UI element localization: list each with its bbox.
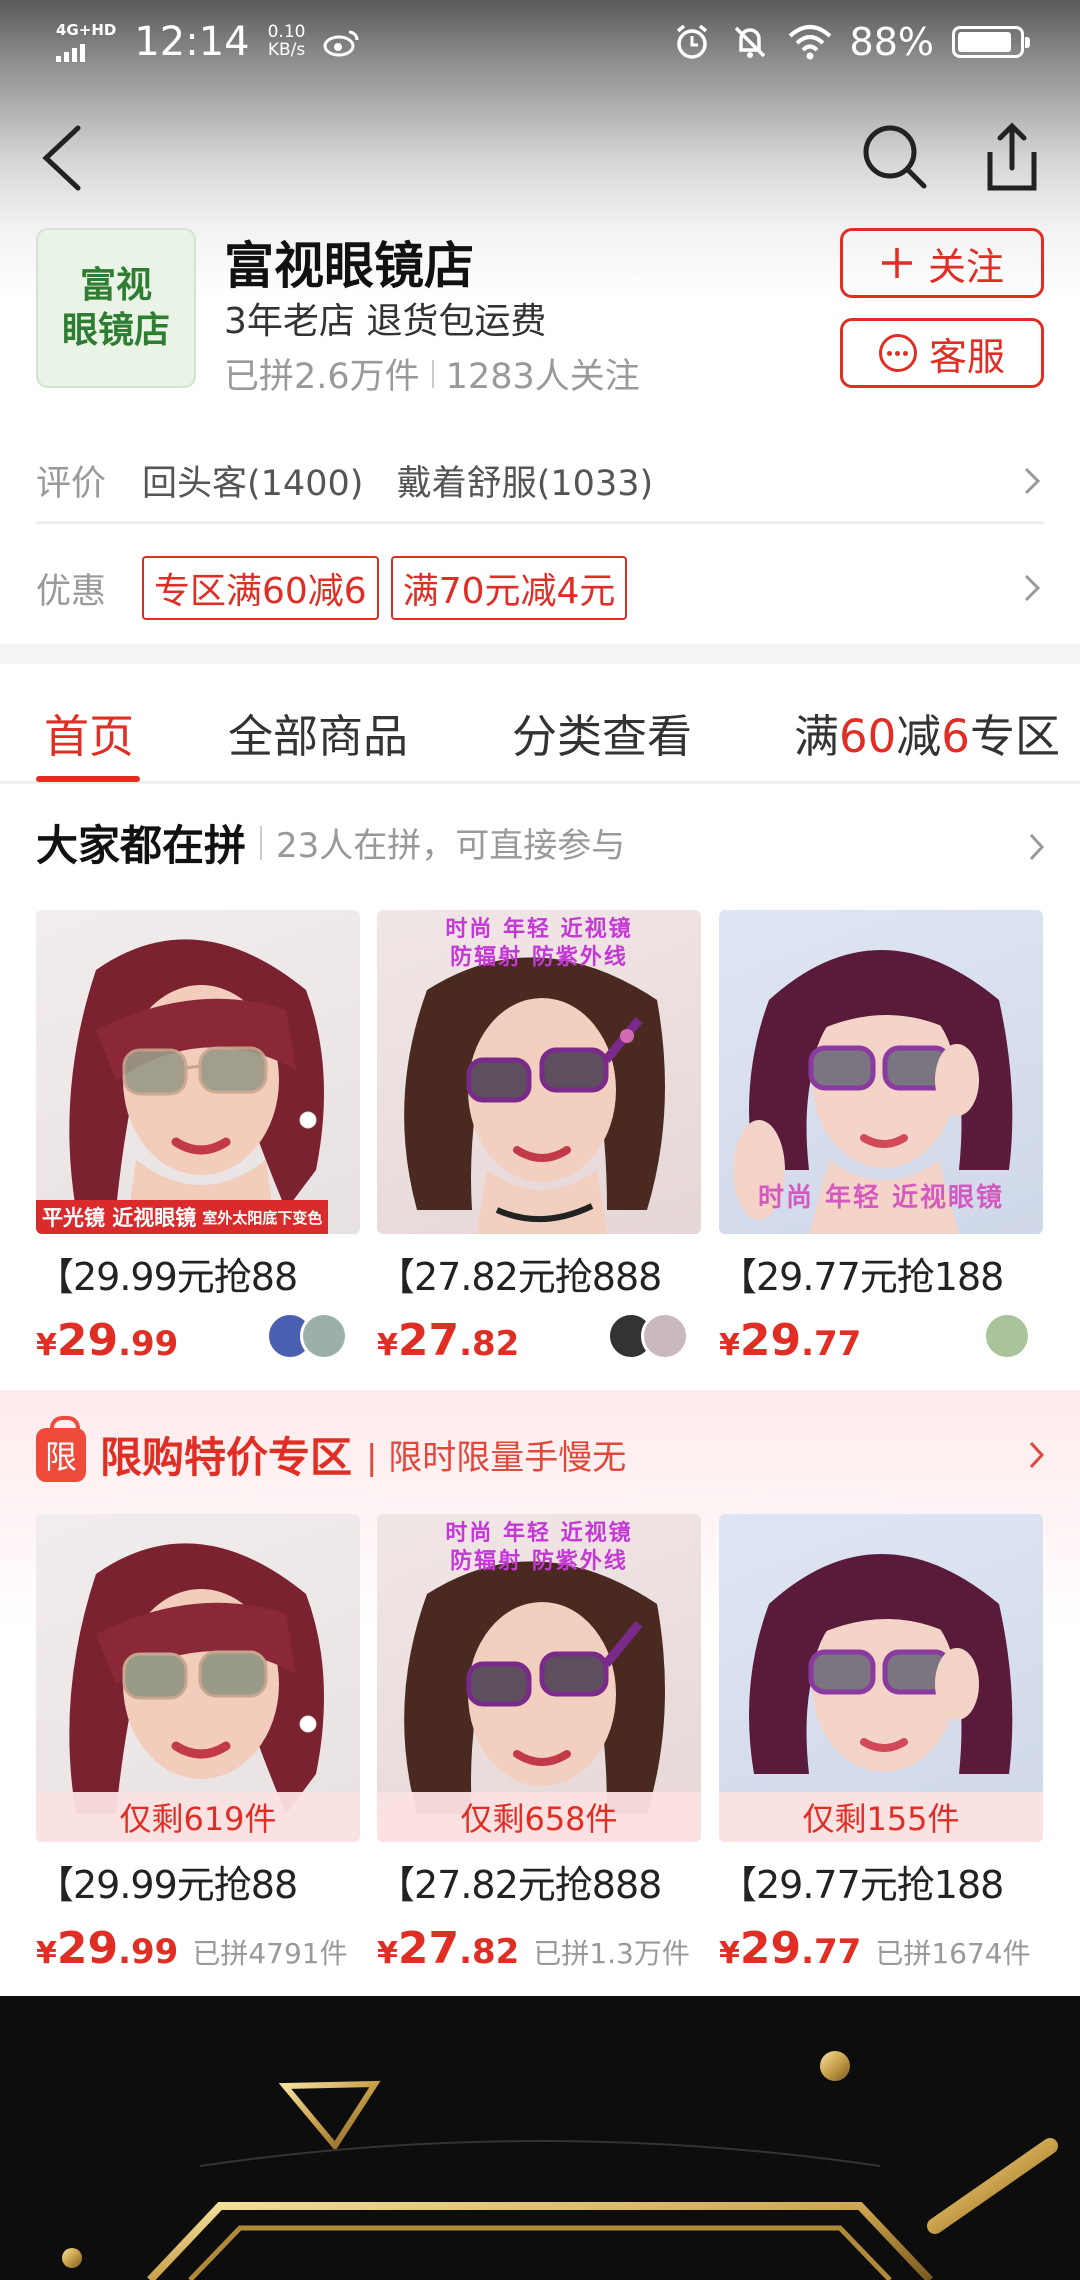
product-image[interactable]: 仅剩619件 xyxy=(36,1514,360,1842)
product-price: ¥27.82 已拼1.3万件 xyxy=(377,1923,690,1974)
product-card[interactable]: 时尚 年轻 近视镜 防辐射 防紫外线 【27.82元抢888 ¥27.82 xyxy=(377,910,701,1366)
product-image[interactable]: 平光镜 近视眼镜 室外太阳底下变色 xyxy=(36,910,360,1234)
buyer-avatars xyxy=(983,1312,1031,1360)
net-speed: 0.10 KB/s xyxy=(267,22,306,60)
product-card[interactable]: 平光镜 近视眼镜 室外太阳底下变色 【29.99元抢88 ¥29.99 xyxy=(36,910,360,1366)
product-image-caption: 平光镜 近视眼镜 室外太阳底下变色 xyxy=(36,1200,329,1234)
buyer-avatars xyxy=(266,1312,348,1360)
stock-remaining: 仅剩619件 xyxy=(36,1792,360,1842)
avatar xyxy=(983,1312,1031,1360)
store-sold-count: 已拼2.6万件 xyxy=(224,357,420,397)
battery-icon xyxy=(952,26,1030,58)
network-type: 4G+HD xyxy=(56,20,117,39)
chevron-right-icon[interactable] xyxy=(1026,1436,1048,1474)
group-buy-subtitle: 23人在拼，可直接参与 xyxy=(276,826,626,866)
product-image-caption: 时尚 年轻 近视眼镜 xyxy=(757,1183,1005,1213)
chat-icon xyxy=(878,334,917,372)
store-tabs: 首页 全部商品 分类查看 满60减6专区 xyxy=(0,664,1080,784)
tab-home[interactable]: 首页 xyxy=(44,700,134,765)
chevron-right-icon xyxy=(1024,574,1041,602)
stock-remaining: 仅剩155件 xyxy=(719,1792,1043,1842)
buyer-avatars xyxy=(607,1312,689,1360)
clock: 12:14 xyxy=(134,19,250,65)
store-tags: 3年老店 退货包运费 xyxy=(224,301,547,342)
product-title: 【29.99元抢88 xyxy=(36,1863,298,1907)
lock-icon: 限 xyxy=(36,1415,86,1482)
chevron-right-icon[interactable] xyxy=(1026,828,1048,866)
signal-icon: 4G+HD xyxy=(56,20,117,62)
product-title: 【29.77元抢188 xyxy=(719,1863,1004,1907)
alarm-icon xyxy=(676,24,707,59)
product-title: 【29.99元抢88 xyxy=(36,1255,298,1299)
product-image-caption: 时尚 年轻 近视镜 防辐射 防紫外线 xyxy=(445,1521,633,1574)
section-divider xyxy=(0,644,1080,664)
tab-category[interactable]: 分类查看 xyxy=(512,700,692,765)
promo-banner[interactable] xyxy=(0,1996,1080,2280)
promo-row[interactable]: 优惠 专区满60减6 满70元减4元 xyxy=(36,548,1044,628)
store-follower-count: 1283人关注 xyxy=(445,357,640,397)
product-image[interactable]: 时尚 年轻 近视眼镜 xyxy=(719,910,1043,1234)
product-title: 【29.77元抢188 xyxy=(719,1255,1004,1299)
sold-count: 已拼1674件 xyxy=(875,1937,1031,1970)
coupon-tag[interactable]: 满70元减4元 xyxy=(390,556,628,620)
sold-count: 已拼4791件 xyxy=(192,1937,348,1970)
store-name: 富视眼镜店 xyxy=(224,237,474,295)
store-stats: 已拼2.6万件 1283人关注 xyxy=(224,348,640,399)
share-icon[interactable] xyxy=(980,116,1044,196)
limited-section-header[interactable]: 限 限购特价专区 | 限时限量手慢无 xyxy=(36,1415,627,1485)
product-image[interactable]: 时尚 年轻 近视镜 防辐射 防紫外线 仅剩658件 xyxy=(377,1514,701,1842)
mute-icon xyxy=(734,26,765,58)
follow-button[interactable]: 关注 xyxy=(840,228,1044,298)
limited-title: 限购特价专区 xyxy=(100,1433,353,1482)
plus-icon xyxy=(881,248,912,278)
customer-service-button[interactable]: 客服 xyxy=(840,318,1044,388)
product-image-caption: 时尚 年轻 近视镜 防辐射 防紫外线 xyxy=(445,917,633,970)
product-price: ¥29.99 已拼4791件 xyxy=(36,1923,348,1974)
product-card[interactable]: 时尚 年轻 近视镜 防辐射 防紫外线 仅剩658件 【27.82元抢888 ¥27… xyxy=(377,1514,701,1974)
search-icon[interactable] xyxy=(860,122,930,192)
wifi-icon xyxy=(788,25,831,60)
tab-all-products[interactable]: 全部商品 xyxy=(228,700,408,765)
top-nav xyxy=(0,110,1080,200)
product-title: 【27.82元抢888 xyxy=(377,1863,662,1907)
review-label: 评价 xyxy=(36,464,107,504)
store-logo[interactable]: 富视 眼镜店 xyxy=(36,228,196,388)
group-buy-header[interactable]: 大家都在拼 23人在拼，可直接参与 xyxy=(36,812,625,873)
avatar xyxy=(300,1312,348,1360)
product-image[interactable]: 时尚 年轻 近视镜 防辐射 防紫外线 xyxy=(377,910,701,1234)
chevron-left-icon[interactable] xyxy=(34,118,94,198)
promo-label: 优惠 xyxy=(36,571,107,612)
product-card[interactable]: 仅剩619件 【29.99元抢88 ¥29.99 已拼4791件 xyxy=(36,1514,360,1974)
chevron-right-icon xyxy=(1024,467,1041,494)
tab-active-indicator xyxy=(36,776,140,782)
product-title: 【27.82元抢888 xyxy=(377,1255,662,1299)
status-bar: 4G+HD 12:14 0.10 KB/s 88% xyxy=(0,0,1080,84)
tab-discount-zone[interactable]: 满60减6专区 xyxy=(794,700,1060,765)
avatar xyxy=(641,1312,689,1360)
limited-subtitle: | 限时限量手慢无 xyxy=(366,1438,627,1478)
battery-percent: 88% xyxy=(849,20,934,64)
stock-remaining: 仅剩658件 xyxy=(377,1792,701,1842)
product-card[interactable]: 时尚 年轻 近视眼镜 【29.77元抢188 ¥29.77 xyxy=(719,910,1043,1366)
group-buy-title: 大家都在拼 xyxy=(36,821,247,870)
coupon-tag[interactable]: 专区满60减6 xyxy=(142,556,379,620)
weibo-icon xyxy=(323,30,359,57)
product-image[interactable]: 仅剩155件 xyxy=(719,1514,1043,1842)
product-card[interactable]: 仅剩155件 【29.77元抢188 ¥29.77 已拼1674件 xyxy=(719,1514,1043,1974)
sold-count: 已拼1.3万件 xyxy=(533,1937,690,1970)
review-keywords: 回头客(1400) 戴着舒服(1033) xyxy=(142,464,654,504)
review-row[interactable]: 评价 回头客(1400) 戴着舒服(1033) xyxy=(36,440,1044,524)
product-price: ¥29.77 已拼1674件 xyxy=(719,1923,1031,1974)
